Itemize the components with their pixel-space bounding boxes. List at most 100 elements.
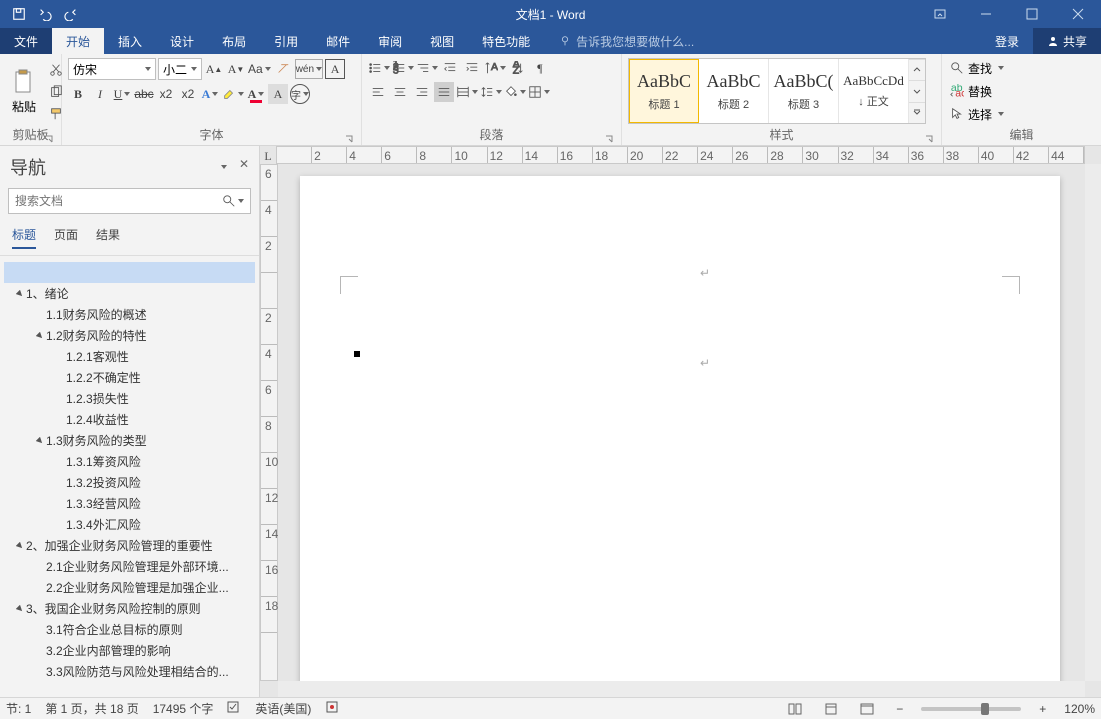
styles-dialog-icon[interactable] <box>925 133 935 143</box>
style-normal[interactable]: AaBbCcDd↓ 正文 <box>839 59 909 123</box>
subscript-icon[interactable]: x2 <box>156 84 176 104</box>
nav-tree-item[interactable]: 1.3.3经营风险 <box>4 493 255 514</box>
style-heading-2[interactable]: AaBbC标题 2 <box>699 59 769 123</box>
text-effects-icon[interactable]: A <box>200 84 220 104</box>
zoom-slider[interactable] <box>921 707 1021 711</box>
gallery-down-icon[interactable] <box>909 80 925 101</box>
styles-gallery[interactable]: AaBbC标题 1 AaBbC标题 2 AaBbC(标题 3 AaBbCcDd↓… <box>628 58 926 124</box>
view-print-icon[interactable] <box>820 700 842 718</box>
numbering-icon[interactable]: 123 <box>392 58 414 78</box>
nav-tree-item[interactable]: 1.3财务风险的类型 <box>4 430 255 451</box>
replace-button[interactable]: abac替换 <box>948 81 994 101</box>
style-heading-3[interactable]: AaBbC(标题 3 <box>769 59 839 123</box>
status-section[interactable]: 节: 1 <box>6 700 31 717</box>
paste-button[interactable]: 粘贴 <box>6 58 42 124</box>
nav-options-icon[interactable] <box>213 157 233 177</box>
grow-font-icon[interactable]: A▲ <box>204 59 224 79</box>
undo-icon[interactable] <box>34 3 56 25</box>
text-direction-icon[interactable]: A <box>484 58 506 78</box>
gallery-up-icon[interactable] <box>909 59 925 80</box>
nav-tree-item[interactable]: 1.2.1客观性 <box>4 346 255 367</box>
gallery-more-icon[interactable] <box>909 102 925 123</box>
show-marks-icon[interactable]: ¶ <box>530 58 550 78</box>
nav-close-icon[interactable]: ✕ <box>239 157 249 177</box>
nav-tree-item[interactable]: 1.3.4外汇风险 <box>4 514 255 535</box>
italic-icon[interactable]: I <box>90 84 110 104</box>
tab-insert[interactable]: 插入 <box>104 28 156 54</box>
tab-special[interactable]: 特色功能 <box>468 28 544 54</box>
superscript-icon[interactable]: x2 <box>178 84 198 104</box>
enclose-char-icon[interactable]: 字 <box>290 84 310 104</box>
shrink-font-icon[interactable]: A▼ <box>226 59 246 79</box>
search-icon[interactable] <box>222 194 236 208</box>
bullets-icon[interactable] <box>368 58 390 78</box>
tab-references[interactable]: 引用 <box>260 28 312 54</box>
zoom-out-icon[interactable]: − <box>892 702 907 716</box>
tell-me[interactable]: 告诉我您想要做什么... <box>544 28 694 54</box>
login-button[interactable]: 登录 <box>981 28 1033 54</box>
align-left-icon[interactable] <box>368 82 388 102</box>
format-painter-icon[interactable] <box>46 104 66 124</box>
nav-tree-item[interactable]: 1、绪论 <box>4 283 255 304</box>
close-icon[interactable] <box>1055 0 1101 28</box>
select-button[interactable]: 选择 <box>948 104 1006 124</box>
align-right-icon[interactable] <box>412 82 432 102</box>
nav-tree-item[interactable]: 2.2企业财务风险管理是加强企业... <box>4 577 255 598</box>
share-button[interactable]: 共享 <box>1033 28 1101 54</box>
char-shading-icon[interactable]: A <box>268 84 288 104</box>
nav-tab-pages[interactable]: 页面 <box>54 226 78 249</box>
nav-search-input[interactable] <box>15 194 222 208</box>
style-heading-1[interactable]: AaBbC标题 1 <box>629 59 699 123</box>
clipboard-dialog-icon[interactable] <box>45 133 55 143</box>
bold-icon[interactable]: B <box>68 84 88 104</box>
nav-tree-item[interactable]: 3.1符合企业总目标的原则 <box>4 619 255 640</box>
font-color-icon[interactable]: A <box>246 84 266 104</box>
page[interactable]: ↵ ↵ <box>300 176 1060 697</box>
status-words[interactable]: 17495 个字 <box>153 700 214 717</box>
tab-home[interactable]: 开始 <box>52 28 104 54</box>
tab-design[interactable]: 设计 <box>156 28 208 54</box>
phonetic-guide-icon[interactable]: wén <box>295 59 323 79</box>
nav-tree-item[interactable]: 2、加强企业财务风险管理的重要性 <box>4 535 255 556</box>
underline-icon[interactable]: U <box>112 84 132 104</box>
qat-customize-icon[interactable] <box>86 3 108 25</box>
increase-indent-icon[interactable] <box>462 58 482 78</box>
view-web-icon[interactable] <box>856 700 878 718</box>
nav-tree-item[interactable]: 1.2财务风险的特性 <box>4 325 255 346</box>
highlight-icon[interactable] <box>222 84 244 104</box>
font-dialog-icon[interactable] <box>345 133 355 143</box>
zoom-value[interactable]: 120% <box>1064 702 1095 716</box>
tab-file[interactable]: 文件 <box>0 28 52 54</box>
view-read-icon[interactable] <box>784 700 806 718</box>
align-center-icon[interactable] <box>390 82 410 102</box>
font-name-select[interactable]: 仿宋 <box>68 58 156 80</box>
nav-tree-item[interactable]: 3、我国企业财务风险控制的原则 <box>4 598 255 619</box>
sort-icon[interactable]: AZ <box>508 58 528 78</box>
nav-tab-headings[interactable]: 标题 <box>12 226 36 249</box>
copy-icon[interactable] <box>46 82 66 102</box>
tab-mailings[interactable]: 邮件 <box>312 28 364 54</box>
maximize-icon[interactable] <box>1009 0 1055 28</box>
nav-search[interactable] <box>8 188 251 214</box>
redo-icon[interactable] <box>60 3 82 25</box>
vertical-ruler[interactable]: 64224681012141618 <box>260 164 278 681</box>
horizontal-scrollbar[interactable] <box>278 681 1085 697</box>
char-border-icon[interactable]: A <box>325 59 345 79</box>
line-spacing-icon[interactable] <box>480 82 502 102</box>
cut-icon[interactable] <box>46 60 66 80</box>
find-button[interactable]: 查找 <box>948 58 1006 78</box>
nav-tree-item[interactable]: 1.2.4收益性 <box>4 409 255 430</box>
borders-icon[interactable] <box>528 82 550 102</box>
align-distributed-icon[interactable] <box>456 82 478 102</box>
ribbon-display-options-icon[interactable] <box>917 0 963 28</box>
nav-tree-selected-blank[interactable] <box>4 262 255 283</box>
zoom-in-icon[interactable]: + <box>1035 702 1050 716</box>
tab-view[interactable]: 视图 <box>416 28 468 54</box>
vertical-scrollbar[interactable] <box>1085 164 1101 681</box>
minimize-icon[interactable] <box>963 0 1009 28</box>
status-macro-icon[interactable] <box>325 700 339 717</box>
change-case-icon[interactable]: Aa <box>248 59 271 79</box>
strikethrough-icon[interactable]: abc <box>134 84 154 104</box>
shading-icon[interactable] <box>504 82 526 102</box>
nav-tree-item[interactable]: 1.2.2不确定性 <box>4 367 255 388</box>
